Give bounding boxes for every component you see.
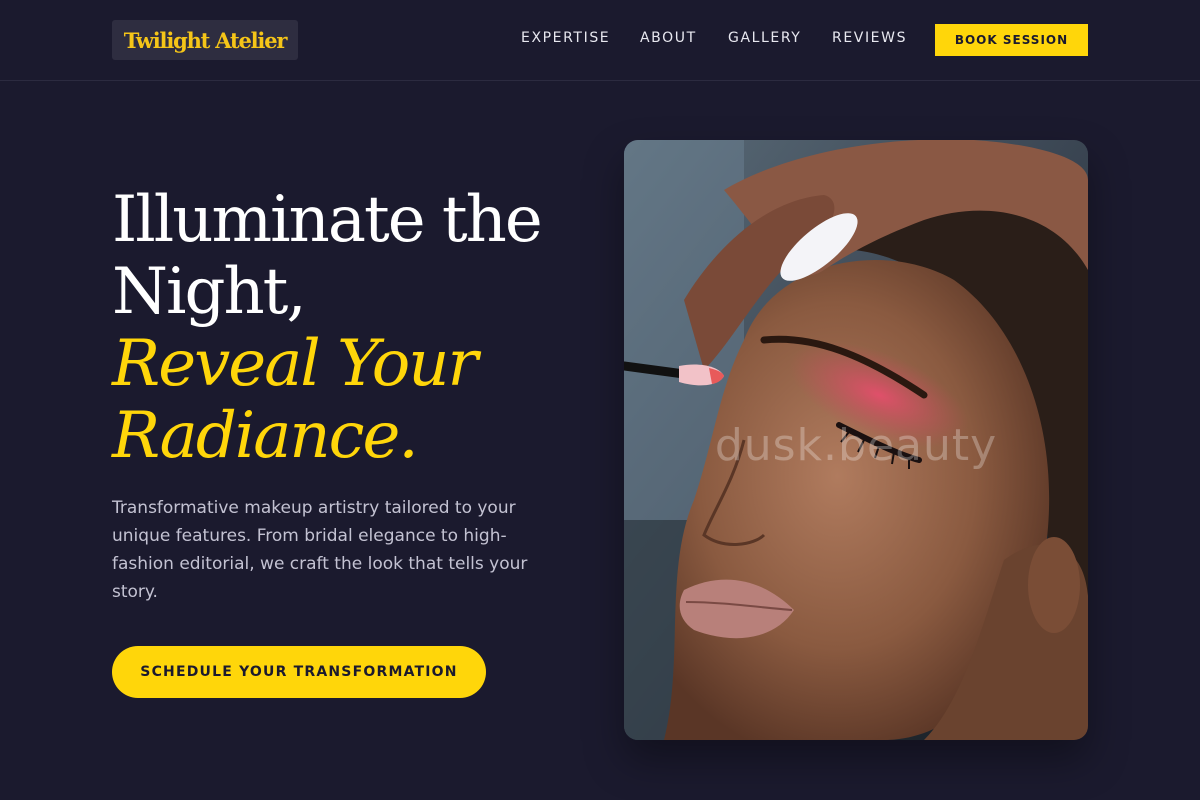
hero-accent-line1: Reveal Your [112, 327, 478, 401]
nav-link-expertise[interactable]: EXPERTISE [521, 30, 610, 46]
hero-title-line1: Illuminate the [112, 183, 543, 257]
brand-logo[interactable]: Twilight Atelier [112, 20, 298, 60]
hero-description: Transformative makeup artistry tailored … [112, 498, 528, 602]
nav-link-gallery[interactable]: GALLERY [728, 30, 801, 46]
image-watermark: dusk.beauty [714, 420, 998, 471]
nav-link-about[interactable]: ABOUT [640, 30, 697, 46]
schedule-transformation-button[interactable]: SCHEDULE YOUR TRANSFORMATION [112, 646, 486, 698]
book-session-button[interactable]: BOOK SESSION [935, 24, 1088, 56]
hero-title-line2: Night, [112, 255, 307, 329]
hero-title: Illuminate the Night, Reveal Your Radian… [112, 184, 592, 472]
nav-link-reviews[interactable]: REVIEWS [832, 30, 907, 46]
hero-accent-line2: Radiance. [112, 399, 419, 473]
hero-photo: dusk.beauty [624, 140, 1088, 740]
site-header: Twilight Atelier EXPERTISE ABOUT GALLERY… [0, 0, 1200, 81]
